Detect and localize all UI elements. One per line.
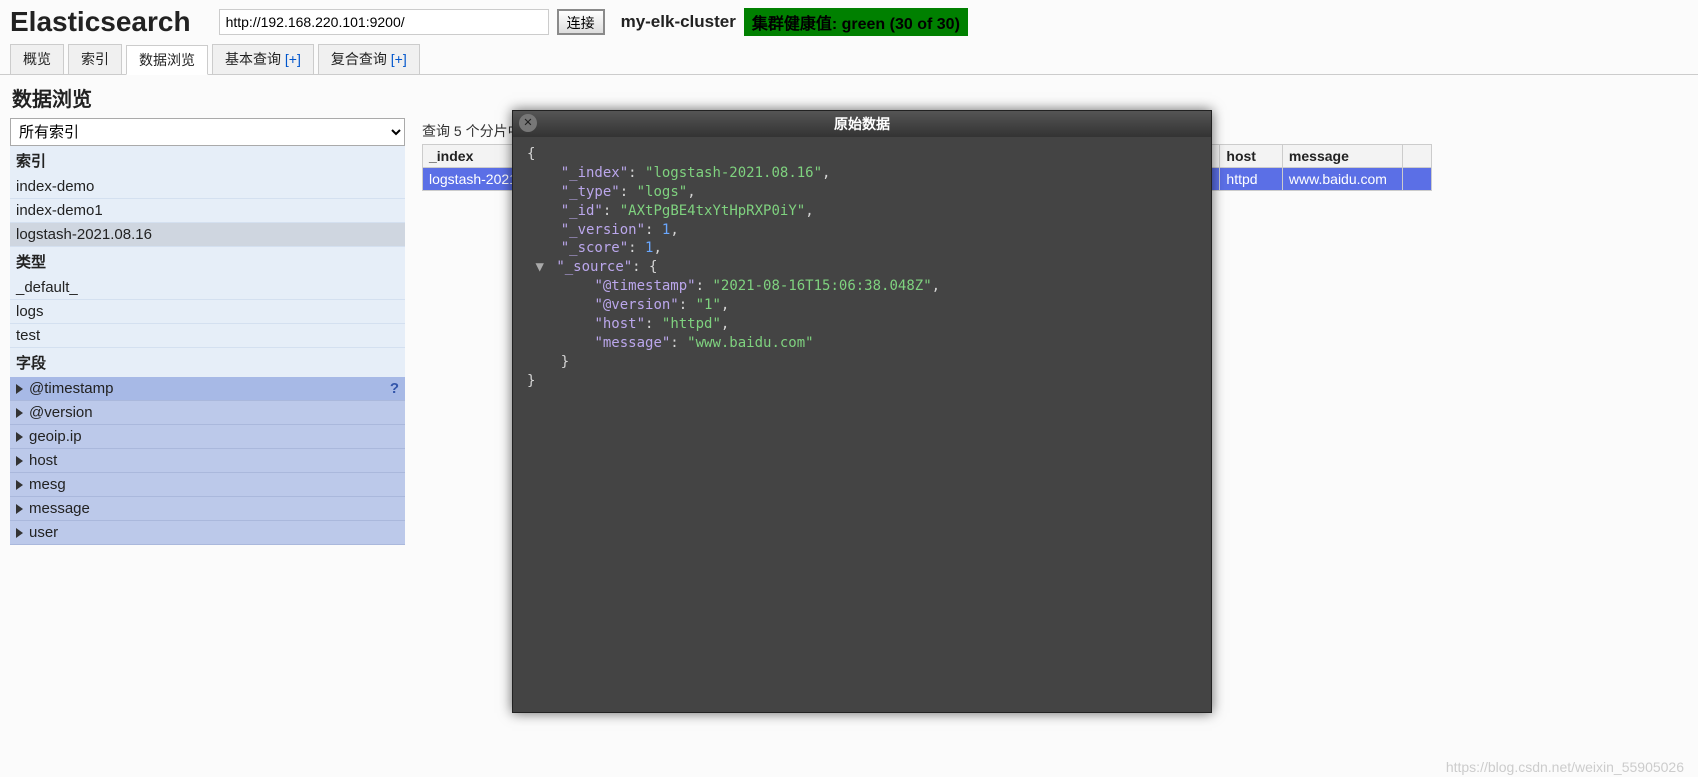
field-label: @timestamp <box>29 380 113 397</box>
section-types-label: 类型 <box>10 247 405 276</box>
tab-composite-query[interactable]: 复合查询 [+] <box>318 44 420 74</box>
tab-index[interactable]: 索引 <box>68 44 122 74</box>
field-label: message <box>29 500 90 517</box>
tab-composite-query-label: 复合查询 <box>331 51 387 67</box>
col-host[interactable]: host <box>1220 145 1283 168</box>
field-item[interactable]: mesg <box>10 473 405 497</box>
section-fields-label: 字段 <box>10 348 405 377</box>
raw-data-dialog: ✕ 原始数据 { "_index": "logstash-2021.08.16"… <box>512 110 1212 713</box>
json-viewer[interactable]: { "_index": "logstash-2021.08.16", "_typ… <box>513 137 1211 399</box>
field-label: @version <box>29 404 93 421</box>
dialog-title: 原始数据 <box>834 117 890 133</box>
field-item[interactable]: geoip.ip <box>10 425 405 449</box>
expand-icon <box>16 480 23 490</box>
field-label: mesg <box>29 476 66 493</box>
tab-basic-query-plus[interactable]: [+] <box>285 51 301 67</box>
tab-composite-query-plus[interactable]: [+] <box>391 51 407 67</box>
index-item[interactable]: index-demo <box>10 175 405 199</box>
field-help-icon[interactable]: ? <box>390 380 399 397</box>
expand-icon <box>16 408 23 418</box>
sidebar: 所有索引 索引 index-demo index-demo1 logstash-… <box>0 118 410 545</box>
index-item[interactable]: index-demo1 <box>10 199 405 223</box>
field-label: user <box>29 524 58 541</box>
field-item-selected[interactable]: @timestamp ? <box>10 377 405 401</box>
expand-icon <box>16 384 23 394</box>
dialog-title-bar[interactable]: ✕ 原始数据 <box>513 111 1211 137</box>
close-icon[interactable]: ✕ <box>519 114 537 132</box>
collapse-icon[interactable]: ▼ <box>535 259 543 275</box>
field-label: host <box>29 452 57 469</box>
tab-overview[interactable]: 概览 <box>10 44 64 74</box>
expand-icon <box>16 432 23 442</box>
cluster-name: my-elk-cluster <box>613 12 736 32</box>
cell-message: www.baidu.com <box>1282 168 1402 191</box>
type-item[interactable]: test <box>10 324 405 348</box>
col-extra[interactable] <box>1402 145 1431 168</box>
col-message[interactable]: message <box>1282 145 1402 168</box>
type-item[interactable]: logs <box>10 300 405 324</box>
brand-title: Elasticsearch <box>10 6 211 38</box>
watermark: https://blog.csdn.net/weixin_55905026 <box>1446 759 1684 775</box>
main-tabs: 概览 索引 数据浏览 基本查询 [+] 复合查询 [+] <box>0 44 1698 75</box>
field-item[interactable]: message <box>10 497 405 521</box>
expand-icon <box>16 456 23 466</box>
field-item[interactable]: @version <box>10 401 405 425</box>
section-indices-label: 索引 <box>10 146 405 175</box>
cell-host: httpd <box>1220 168 1283 191</box>
field-item[interactable]: user <box>10 521 405 545</box>
cluster-url-input[interactable] <box>219 9 549 35</box>
index-select[interactable]: 所有索引 <box>10 118 405 146</box>
index-item-selected[interactable]: logstash-2021.08.16 <box>10 223 405 247</box>
connect-button[interactable]: 连接 <box>557 9 605 35</box>
field-item[interactable]: host <box>10 449 405 473</box>
tab-basic-query-label: 基本查询 <box>225 51 281 67</box>
type-item[interactable]: _default_ <box>10 276 405 300</box>
tab-browse[interactable]: 数据浏览 <box>126 45 208 75</box>
cluster-health-badge: 集群健康值: green (30 of 30) <box>744 8 968 36</box>
tab-basic-query[interactable]: 基本查询 [+] <box>212 44 314 74</box>
expand-icon <box>16 504 23 514</box>
cell-extra <box>1402 168 1431 191</box>
field-label: geoip.ip <box>29 428 82 445</box>
expand-icon <box>16 528 23 538</box>
